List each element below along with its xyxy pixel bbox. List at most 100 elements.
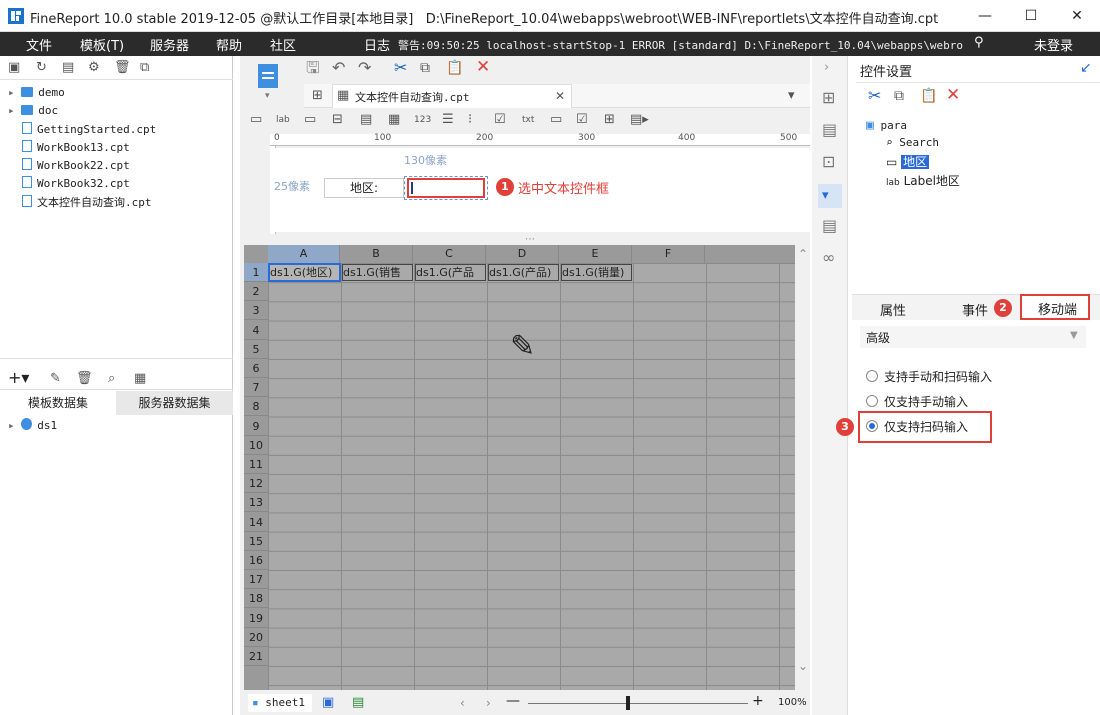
menu-template[interactable]: 模板(T) (80, 35, 124, 54)
lab-widget-icon[interactable]: lab (276, 112, 290, 128)
column-header[interactable]: D (486, 245, 559, 263)
login-link[interactable]: 未登录 (1034, 35, 1073, 54)
scroll-right-icon[interactable]: › (486, 696, 491, 710)
column-header[interactable]: F (632, 245, 705, 263)
textarea-widget-icon[interactable]: ☰ (442, 112, 454, 128)
advanced-section[interactable]: 高级 ▼ (860, 326, 1086, 348)
new-folder-icon[interactable]: ▣ (8, 60, 20, 76)
row-header[interactable]: 5 (244, 340, 268, 359)
row-header[interactable]: 6 (244, 359, 268, 378)
cell-b1[interactable]: ds1.G(销售 (342, 264, 413, 281)
row-header[interactable]: 9 (244, 417, 268, 436)
row-header[interactable]: 14 (244, 513, 268, 532)
grid-corner[interactable] (244, 245, 268, 263)
row-header[interactable]: 21 (244, 647, 268, 666)
zoom-slider-track[interactable] (528, 703, 748, 704)
vertical-scrollbar[interactable]: ⌃ ⌄ (795, 245, 809, 690)
radio-manual-only[interactable] (866, 395, 878, 407)
delete-icon[interactable]: ✕ (946, 87, 960, 104)
column-header[interactable]: A (268, 245, 340, 263)
row-header[interactable]: 4 (244, 321, 268, 340)
preview-icon[interactable]: ⌕ (108, 371, 115, 387)
tree-item-file[interactable]: 文本控件自动查询.cpt (22, 194, 152, 210)
menu-community[interactable]: 社区 (270, 35, 296, 54)
row-header[interactable]: 15 (244, 532, 268, 551)
dataset-item[interactable]: ▸ ds1 (8, 418, 57, 432)
more-widgets-icon[interactable]: ▤▸ (630, 112, 649, 128)
menu-log[interactable]: 日志 (364, 35, 390, 54)
dataset-param-icon[interactable]: ▦ (134, 371, 146, 387)
row-header[interactable]: 18 (244, 589, 268, 609)
label-widget-icon[interactable]: ▭ (250, 112, 262, 128)
add-sheet-icon[interactable]: ▣ (322, 695, 334, 711)
tab-server-dataset[interactable]: 服务器数据集 (116, 391, 233, 415)
undo-icon[interactable]: ↶ (332, 60, 345, 76)
refresh-icon[interactable]: ↻ (36, 60, 47, 76)
number-widget-icon[interactable]: 123 (414, 112, 431, 128)
pin-icon[interactable]: ↙ (1080, 60, 1092, 76)
add-form-sheet-icon[interactable]: ▤ (352, 695, 364, 711)
search-icon[interactable]: ⚲ (974, 35, 984, 50)
tree-item-file[interactable]: WorkBook32.cpt (22, 176, 130, 190)
minimize-button[interactable]: — (962, 0, 1008, 32)
calendar-widget-icon[interactable]: ▦ (388, 112, 400, 128)
settings-icon[interactable]: ⚙ (88, 60, 100, 76)
cut-icon[interactable]: ✂ (868, 88, 881, 104)
menu-help[interactable]: 帮助 (216, 35, 242, 54)
close-window-button[interactable]: ✕ (1054, 0, 1100, 32)
hyperlink-icon[interactable]: ∞ (822, 250, 835, 266)
row-header[interactable]: 13 (244, 493, 268, 513)
radio-scan-only[interactable] (866, 420, 878, 432)
widget-tree-root[interactable]: ▣ para (866, 118, 907, 134)
tab-template-dataset[interactable]: 模板数据集 (0, 391, 116, 415)
tab-events[interactable]: 事件 (962, 300, 988, 319)
date-widget-icon[interactable]: ▤ (360, 112, 372, 128)
cell-a1[interactable]: ds1.G(地区) (268, 263, 341, 282)
collapse-icon[interactable]: › (824, 60, 829, 76)
tree-item-doc[interactable]: ▸ doc (8, 104, 58, 117)
copy-icon[interactable]: ⧉ (420, 60, 430, 76)
cell-c1[interactable]: ds1.G(产品 (415, 264, 486, 281)
radio-manual-and-scan[interactable] (866, 370, 878, 382)
scroll-left-icon[interactable]: ‹ (460, 696, 465, 710)
scroll-down-icon[interactable]: ⌄ (798, 659, 808, 673)
report-grid[interactable]: A B C D E F 1 2 3 4 5 6 7 8 9 10 11 12 13 14 15 16 17 18 1… (244, 245, 809, 690)
row-header[interactable]: 12 (244, 474, 268, 494)
save-icon[interactable]: 🖫 (306, 60, 320, 76)
sheet-tab[interactable]: ▪ sheet1 (248, 694, 312, 712)
copy-icon[interactable]: ⧉ (140, 60, 149, 76)
tab-mobile[interactable]: 移动端 (1020, 294, 1090, 320)
column-header[interactable]: C (413, 245, 486, 263)
widget-tree-label[interactable]: lab Label地区 (886, 172, 960, 189)
tab-menu-icon[interactable]: ▾ (788, 88, 795, 104)
row-header[interactable]: 2 (244, 282, 268, 302)
tree-item-demo[interactable]: ▸ demo (8, 86, 65, 99)
column-header[interactable]: B (340, 245, 413, 263)
text-widget-selection[interactable] (404, 176, 488, 200)
delete-icon[interactable]: 🗑 (114, 60, 131, 76)
cell-element-icon[interactable]: ▤ (822, 122, 837, 138)
menu-server[interactable]: 服务器 (150, 35, 189, 54)
zoom-in-button[interactable]: + (752, 693, 764, 709)
condition-attr-icon[interactable]: ▤ (822, 218, 837, 234)
checkbox-widget-icon[interactable]: ☑ (576, 112, 588, 128)
cell-d1[interactable]: ds1.G(产品) (488, 264, 559, 281)
tab-props[interactable]: 属性 (880, 300, 906, 319)
checkbox-group-icon[interactable]: ☑ (494, 112, 506, 128)
label-widget[interactable]: 地区: (324, 178, 404, 198)
add-dataset-icon[interactable]: +▾ (8, 370, 29, 386)
tree-item-file[interactable]: WorkBook13.cpt (22, 140, 130, 154)
paste-icon[interactable]: 📋 (920, 88, 937, 104)
menu-file[interactable]: 文件 (26, 35, 52, 54)
close-tab-icon[interactable]: ✕ (555, 89, 565, 103)
row-header[interactable]: 1 (244, 263, 268, 282)
widget-settings-tab[interactable]: ▾ (818, 184, 842, 208)
redo-icon[interactable]: ↷ (358, 60, 371, 76)
row-header[interactable]: 3 (244, 301, 268, 321)
textbox-widget-icon[interactable]: ▭ (304, 112, 316, 128)
delete-icon[interactable]: ✕ (476, 59, 490, 76)
properties-icon[interactable]: ▤ (62, 60, 74, 76)
splitter[interactable] (0, 358, 233, 366)
cell-e1[interactable]: ds1.G(销量) (561, 264, 632, 281)
scroll-up-icon[interactable]: ⌃ (798, 247, 808, 261)
